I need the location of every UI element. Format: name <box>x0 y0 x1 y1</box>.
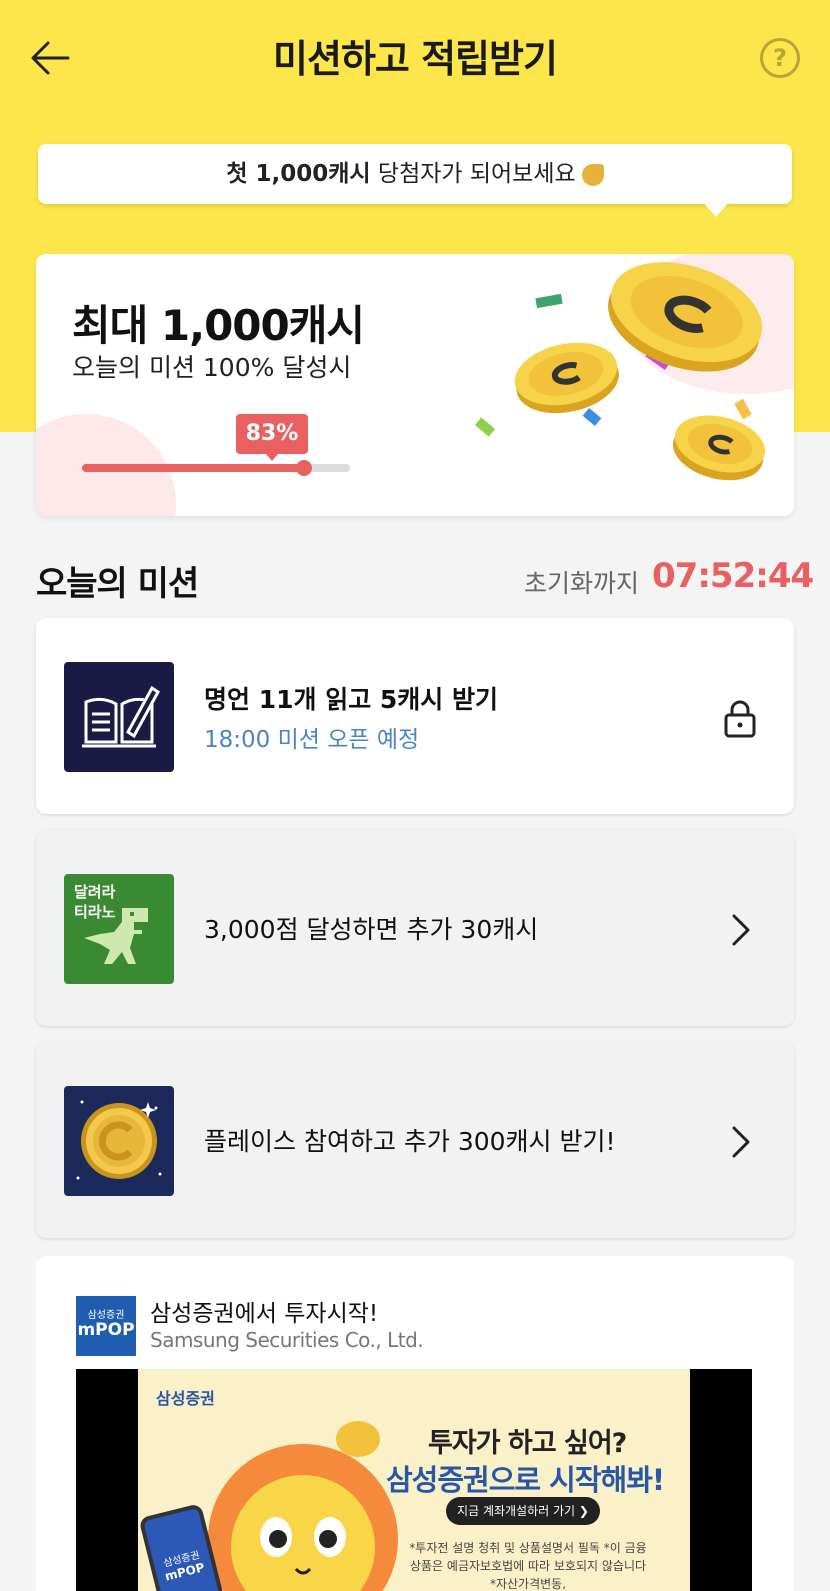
chevron-right-icon <box>732 914 750 946</box>
mission-title: 3,000점 달성하면 추가 30캐시 <box>204 915 539 944</box>
promo-highlight: 첫 1,000캐시 <box>226 161 371 187</box>
ad-banner-image: 삼성증권 삼성증권 mPOP 투자가 하고 싶어? 삼성증권으로 시작해봐! 지… <box>138 1369 690 1591</box>
dinosaur-game-icon: 달려라 티라노 <box>64 874 174 984</box>
reward-title: 최대 1,000캐시 <box>72 301 365 350</box>
advertiser-logo: 삼성증권 mPOP <box>76 1296 136 1356</box>
coins-illustration <box>474 262 766 481</box>
banner-headline-accent: 삼성증권으로 시작해봐! <box>386 1463 665 1497</box>
bubble-tail <box>704 203 728 217</box>
chevron-right-icon <box>732 1126 750 1158</box>
ad-banner[interactable]: 삼성증권 삼성증권 mPOP 투자가 하고 싶어? 삼성증권으로 시작해봐! 지… <box>76 1369 752 1591</box>
banner-disclaimer: *투자전 설명 청취 및 상품설명서 필독 *이 금융상품은 예금자보호법에 따… <box>409 1541 647 1591</box>
missions-section-title: 오늘의 미션 <box>36 564 199 604</box>
app-header: 미션하고 적립받기 ? <box>0 0 830 112</box>
reset-countdown: 07:52:44 <box>652 556 814 596</box>
progress-badge: 83% <box>236 414 308 454</box>
book-pen-icon <box>64 662 174 772</box>
logo-text: 삼성증권 <box>87 1310 125 1321</box>
reward-subtitle: 오늘의 미션 100% 달성시 <box>72 353 352 382</box>
mission-title: 명언 11개 읽고 5캐시 받기 <box>204 685 499 714</box>
reward-card: 최대 1,000캐시 오늘의 미션 100% 달성시 83% <box>36 254 794 516</box>
mission-title: 플레이스 참여하고 추가 300캐시 받기! <box>204 1127 616 1156</box>
mission-card-dino-game[interactable]: 달려라 티라노 3,000점 달성하면 추가 30캐시 <box>36 830 794 1026</box>
flexed-arm-icon <box>581 163 604 186</box>
gold-coin-icon <box>64 1086 174 1196</box>
progress-knob <box>296 460 313 476</box>
progress-badge-tail <box>265 453 279 461</box>
open-account-button[interactable]: 지금 계좌개설하러 가기 ❯ <box>446 1497 600 1525</box>
mission-card-quotes[interactable]: 명언 11개 읽고 5캐시 받기 18:00 미션 오픈 예정 <box>36 618 794 814</box>
banner-brand: 삼성증권 <box>156 1389 215 1408</box>
promo-bubble: 첫 1,000캐시 당첨자가 되어보세요 <box>38 144 792 204</box>
logo-text: mPOP <box>77 1320 135 1340</box>
promo-text: 당첨자가 되어보세요 <box>370 161 576 187</box>
mission-card-place[interactable]: 플레이스 참여하고 추가 300캐시 받기! <box>36 1042 794 1238</box>
lock-icon <box>724 700 756 738</box>
mission-schedule: 18:00 미션 오픈 예정 <box>204 727 420 753</box>
help-button[interactable]: ? <box>760 38 800 78</box>
page-title: 미션하고 적립받기 <box>273 37 558 81</box>
ad-title: 삼성증권에서 투자시작! <box>150 1301 379 1327</box>
ad-card[interactable]: 삼성증권 mPOP 삼성증권에서 투자시작! Samsung Securitie… <box>36 1256 794 1591</box>
lion-mascot-icon <box>208 1421 398 1591</box>
ad-company: Samsung Securities Co., Ltd. <box>150 1328 424 1352</box>
reset-label: 초기화까지 <box>524 569 640 598</box>
progress-bar <box>82 460 350 476</box>
banner-headline: 투자가 하고 싶어? <box>428 1428 627 1459</box>
progress-fill <box>82 464 305 472</box>
